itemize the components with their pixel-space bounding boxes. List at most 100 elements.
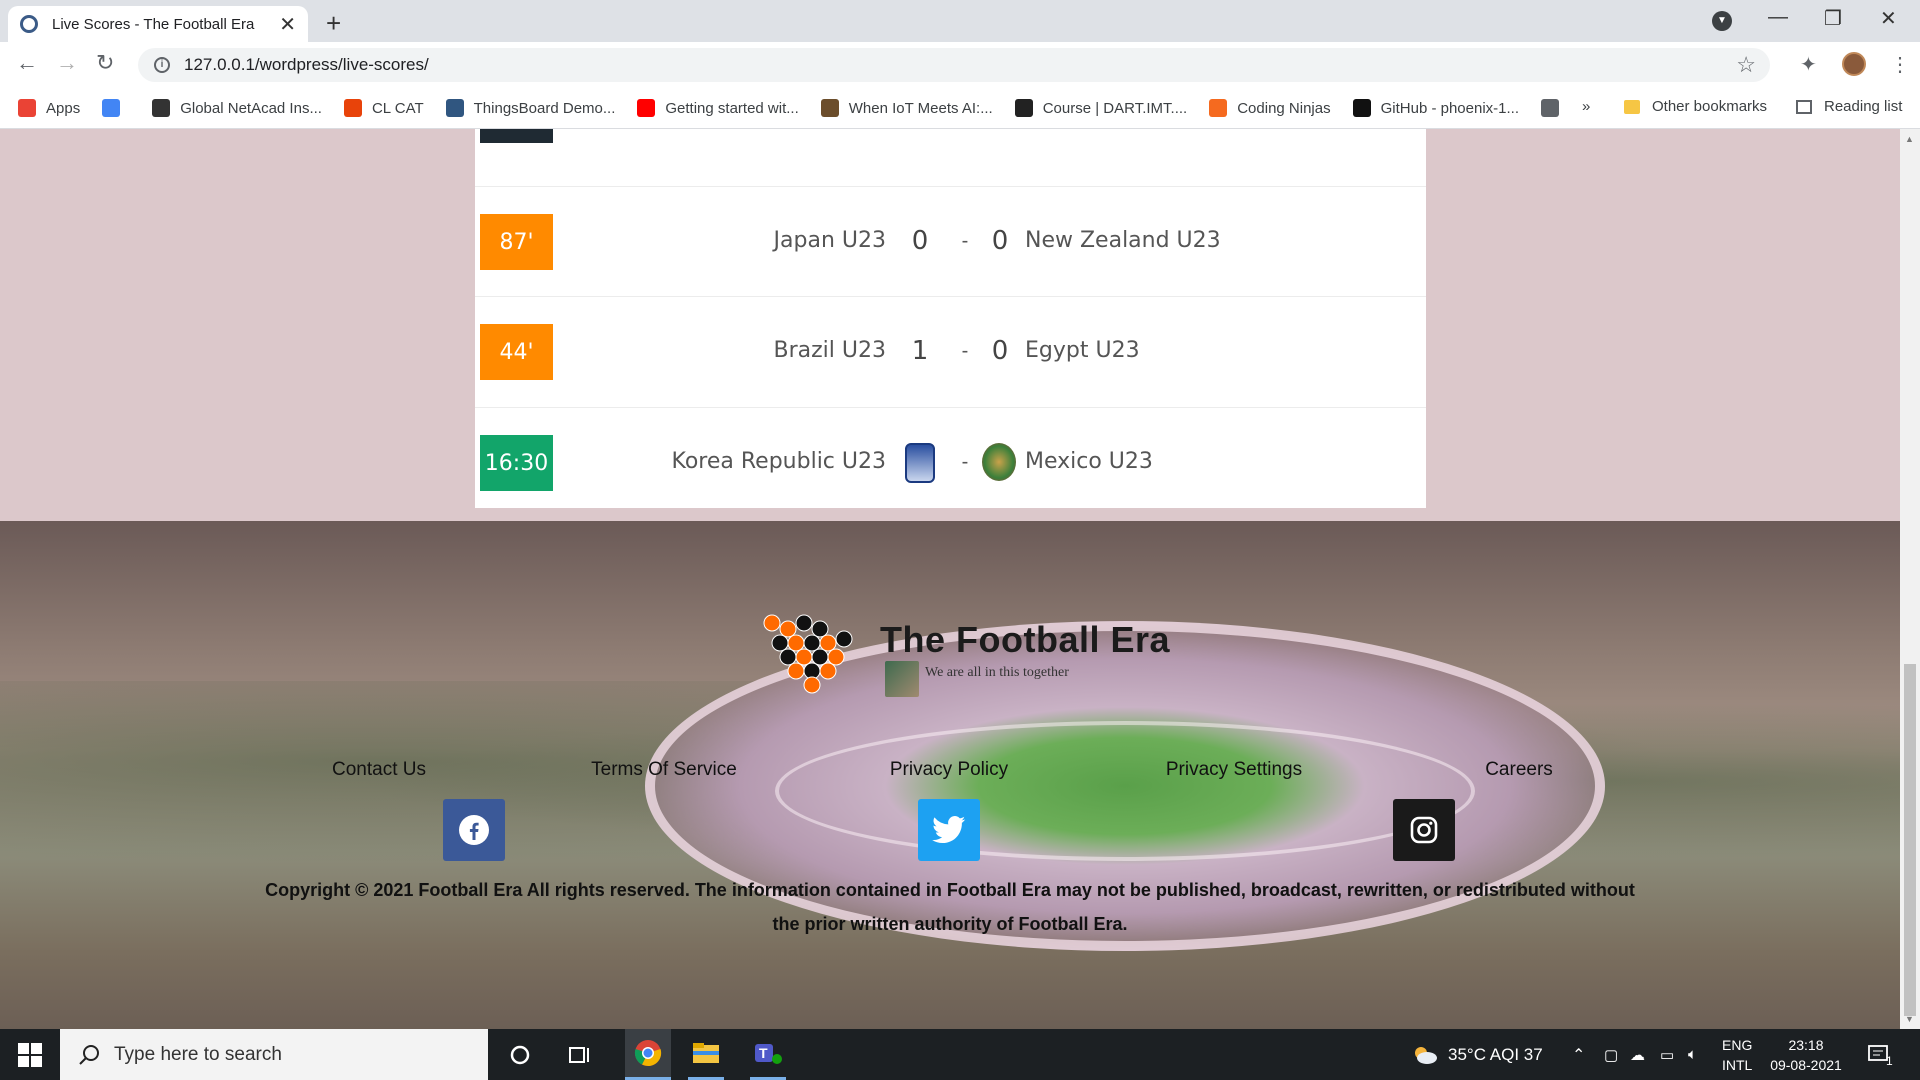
restore-icon[interactable]: ❐	[1824, 6, 1842, 31]
language-top: ENG	[1722, 1036, 1753, 1053]
teams-icon[interactable]: T	[750, 1029, 786, 1080]
forward-icon[interactable]: →	[56, 50, 78, 76]
bookmark-google[interactable]	[102, 99, 130, 117]
scroll-down-arrow-icon[interactable]: ▼	[1905, 1014, 1914, 1024]
bookmark-label: Apps	[46, 99, 81, 117]
footer-link-privacy-policy[interactable]: Privacy Policy	[890, 759, 1008, 781]
tab-live-scores[interactable]: Live Scores - The Football Era ✕	[8, 6, 308, 42]
folder-icon	[1624, 99, 1640, 114]
facebook-button[interactable]	[443, 799, 505, 861]
menu-icon[interactable]: ⋮	[1890, 52, 1910, 77]
cortana-icon[interactable]	[502, 1037, 538, 1073]
match-row[interactable]: 87' Japan U23 - New Zealand U23 0 0	[475, 186, 1426, 296]
away-score: 0	[991, 336, 1009, 366]
chrome-taskbar-icon[interactable]	[625, 1029, 671, 1080]
svg-text:T: T	[759, 1045, 768, 1061]
globe-icon	[1541, 99, 1560, 117]
footer-link-terms-of-service[interactable]: Terms Of Service	[591, 759, 737, 781]
home-team-crest-icon	[905, 443, 935, 483]
bookmark-coding-ninjas[interactable]: Coding Ninjas	[1209, 99, 1331, 117]
away-team: Egypt U23	[1025, 338, 1140, 363]
new-tab-icon[interactable]: +	[326, 8, 341, 39]
google-icon	[102, 99, 121, 117]
taskbar-search[interactable]: Type here to search	[60, 1029, 488, 1080]
site-footer: The Football Era We are all in this toge…	[0, 521, 1900, 1029]
language-indicator[interactable]: ENG INTL	[1722, 1029, 1752, 1080]
home-score: 0	[911, 226, 929, 256]
youtube-icon	[637, 99, 656, 117]
show-hidden-icons-icon[interactable]: ⌃	[1572, 1029, 1585, 1080]
match-row[interactable]	[475, 129, 1426, 169]
extensions-icon[interactable]: ✦	[1800, 52, 1817, 77]
instagram-button[interactable]	[1393, 799, 1455, 861]
site-favicon-icon	[20, 15, 38, 33]
copyright-text: Copyright © 2021 Football Era All rights…	[265, 880, 1635, 934]
footer-logo[interactable]: The Football Era We are all in this toge…	[760, 613, 1170, 703]
bookmark-dart[interactable]: Course | DART.IMT....	[1014, 99, 1187, 117]
back-icon[interactable]: ←	[16, 50, 38, 76]
twitter-icon	[932, 816, 966, 844]
footer-link-privacy-settings[interactable]: Privacy Settings	[1166, 759, 1302, 781]
scroll-up-arrow-icon[interactable]: ▲	[1905, 134, 1914, 144]
bookmark-label: CL CAT	[371, 99, 424, 117]
volume-icon[interactable]: 🔈︎	[1688, 1029, 1697, 1080]
footer-link-contact-us[interactable]: Contact Us	[332, 759, 426, 781]
file-explorer-icon[interactable]	[688, 1029, 724, 1080]
scrollbar-thumb[interactable]	[1904, 664, 1916, 1016]
bookmarks-overflow-icon[interactable]: »	[1582, 98, 1590, 115]
site-info-icon[interactable]: i	[154, 57, 170, 73]
bookmark-apps-grid[interactable]: Apps	[18, 99, 80, 117]
reading-list[interactable]: Reading list	[1796, 98, 1902, 115]
onedrive-icon[interactable]: ☁	[1630, 1029, 1645, 1080]
score-separator: -	[961, 230, 969, 252]
scores-card: 87' Japan U23 - New Zealand U23 0 0 44' Brazil …	[475, 129, 1426, 508]
address-bar[interactable]: i 127.0.0.1/wordpress/live-scores/ ☆	[138, 48, 1770, 82]
github-icon	[1352, 99, 1371, 117]
tab-bar: Live Scores - The Football Era ✕ + ▼ — ❐…	[0, 0, 1920, 42]
away-score: 0	[991, 226, 1009, 256]
bookmark-star-icon[interactable]: ☆	[1736, 52, 1756, 78]
away-team: Mexico U23	[1025, 449, 1153, 474]
task-view-icon[interactable]	[562, 1037, 598, 1073]
close-tab-icon[interactable]: ✕	[279, 12, 296, 37]
battery-icon[interactable]: ▭	[1660, 1029, 1674, 1080]
coding-ninjas-icon	[1209, 99, 1228, 117]
match-time-badge	[480, 129, 553, 143]
other-bookmarks[interactable]: Other bookmarks	[1624, 98, 1767, 115]
ai-icon	[343, 99, 362, 117]
profile-avatar[interactable]	[1842, 52, 1866, 76]
meet-now-icon[interactable]: ▢	[1604, 1029, 1618, 1080]
twitter-button[interactable]	[918, 799, 980, 861]
apps-grid-icon	[18, 99, 36, 117]
minimize-icon[interactable]: —	[1768, 6, 1788, 29]
bookmark-cisco[interactable]: Global NetAcad Ins...	[152, 99, 322, 117]
score-separator: -	[961, 451, 969, 473]
bookmark-youtube[interactable]: Getting started wit...	[637, 99, 799, 117]
notifications-icon[interactable]: 1	[1868, 1029, 1893, 1080]
match-row[interactable]: 44' Brazil U23 - Egypt U23 1 0	[475, 296, 1426, 406]
match-time-badge: 87'	[480, 214, 553, 270]
match-time-badge: 16:30	[480, 435, 553, 491]
page-scrollbar[interactable]: ▲ ▼	[1900, 129, 1920, 1029]
match-row[interactable]: 16:30 Korea Republic U23 - Mexico U23	[475, 407, 1426, 517]
reading-list-label: Reading list	[1824, 98, 1903, 115]
home-team: Japan U23	[773, 228, 886, 253]
clock-time: 23:18	[1788, 1036, 1824, 1053]
address-url[interactable]: 127.0.0.1/wordpress/live-scores/	[184, 55, 429, 75]
partly-cloudy-icon	[1415, 1046, 1437, 1064]
footer-link-careers[interactable]: Careers	[1485, 759, 1553, 781]
other-bookmarks-label: Other bookmarks	[1652, 98, 1768, 115]
clock[interactable]: 23:18 09-08-2021	[1766, 1029, 1846, 1080]
bookmark-globe[interactable]	[1541, 99, 1569, 117]
close-window-icon[interactable]: ✕	[1880, 6, 1897, 31]
bookmark-ai[interactable]: CL CAT	[343, 99, 424, 117]
bookmark-label: When IoT Meets AI:...	[848, 99, 993, 117]
bookmark-github[interactable]: GitHub - phoenix-1...	[1352, 99, 1519, 117]
windows-start-icon[interactable]	[18, 1043, 42, 1067]
tab-search-icon[interactable]: ▼	[1712, 11, 1732, 31]
bookmark-iot[interactable]: When IoT Meets AI:...	[820, 99, 993, 117]
weather-widget[interactable]: 35°C AQI 37	[1412, 1029, 1543, 1080]
reading-list-icon	[1796, 99, 1812, 114]
bookmark-thingsboard[interactable]: ThingsBoard Demo...	[445, 99, 615, 117]
reload-icon[interactable]: ↻	[96, 50, 114, 76]
